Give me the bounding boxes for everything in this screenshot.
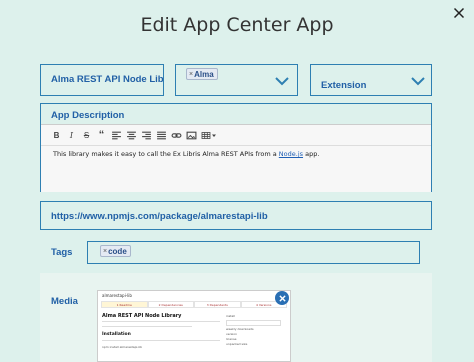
chip-label: Alma bbox=[194, 69, 214, 79]
editor-toolbar: B I S “ bbox=[51, 129, 217, 141]
chip-remove-button[interactable]: × bbox=[189, 71, 193, 78]
bold-icon[interactable]: B bbox=[51, 130, 62, 141]
align-justify-icon[interactable] bbox=[156, 130, 167, 141]
chevron-down-icon bbox=[411, 77, 425, 86]
media-thumbnail[interactable]: almarestapi-lib 1 Readme 2 Dependencies … bbox=[97, 290, 291, 362]
thumbnail-install: Installation bbox=[102, 332, 131, 337]
chevron-down-icon[interactable] bbox=[274, 76, 290, 86]
category-value: Extension bbox=[321, 80, 367, 91]
url-input[interactable]: https://www.npmjs.com/package/almarestap… bbox=[40, 201, 432, 230]
app-name-input[interactable]: Alma REST API Node Libr bbox=[40, 64, 164, 96]
description-text[interactable]: This library makes it easy to call the E… bbox=[53, 150, 319, 158]
thumbnail-sidebar: install weekly downloads version license… bbox=[226, 314, 281, 347]
table-icon[interactable] bbox=[201, 130, 217, 141]
chip-remove-button[interactable]: × bbox=[103, 248, 107, 255]
link-icon[interactable] bbox=[171, 130, 182, 141]
tags-label: Tags bbox=[51, 247, 73, 258]
thumbnail-divider bbox=[102, 340, 220, 341]
product-chip: × Alma bbox=[186, 68, 218, 80]
thumbnail-tab: 2 Dependencies bbox=[147, 301, 194, 308]
thumbnail-tab: 1 Readme bbox=[101, 301, 148, 308]
thumbnail-code: npm install almarestapi-lib bbox=[102, 345, 143, 349]
chip-label: code bbox=[108, 246, 127, 256]
toolbar-divider bbox=[41, 145, 431, 146]
tags-input[interactable]: × code bbox=[87, 241, 420, 264]
image-icon[interactable] bbox=[186, 130, 197, 141]
close-button[interactable] bbox=[450, 4, 468, 22]
thumbnail-divider bbox=[102, 326, 192, 327]
strikethrough-icon[interactable]: S bbox=[81, 130, 92, 141]
align-center-icon[interactable] bbox=[126, 130, 137, 141]
nodejs-link[interactable]: Node.js bbox=[279, 150, 303, 158]
description-editor[interactable]: B I S “ This library makes it easy to ca… bbox=[41, 124, 431, 192]
thumbnail-title: Alma REST API Node Library bbox=[102, 313, 182, 319]
italic-icon[interactable]: I bbox=[66, 130, 77, 141]
close-icon bbox=[453, 7, 465, 19]
media-label: Media bbox=[51, 296, 78, 307]
remove-media-button[interactable] bbox=[275, 291, 289, 305]
blockquote-icon[interactable]: “ bbox=[96, 129, 107, 141]
thumbnail-tab: 3 Dependents bbox=[194, 301, 241, 308]
thumbnail-header: almarestapi-lib bbox=[102, 293, 132, 298]
tag-chip: × code bbox=[100, 245, 131, 257]
thumbnail-tabs: 1 Readme 2 Dependencies 3 Dependents 4 V… bbox=[101, 301, 287, 308]
thumbnail-divider bbox=[102, 321, 220, 322]
align-left-icon[interactable] bbox=[111, 130, 122, 141]
description-label: App Description bbox=[51, 110, 125, 121]
category-select[interactable]: Extension bbox=[310, 64, 432, 96]
align-right-icon[interactable] bbox=[141, 130, 152, 141]
description-section: App Description B I S “ This library mak… bbox=[40, 103, 432, 192]
close-icon bbox=[278, 294, 286, 302]
media-section: Media almarestapi-lib 1 Readme 2 Depende… bbox=[40, 273, 432, 362]
product-select[interactable]: × Alma bbox=[175, 64, 298, 96]
dialog-title: Edit App Center App bbox=[140, 14, 334, 36]
